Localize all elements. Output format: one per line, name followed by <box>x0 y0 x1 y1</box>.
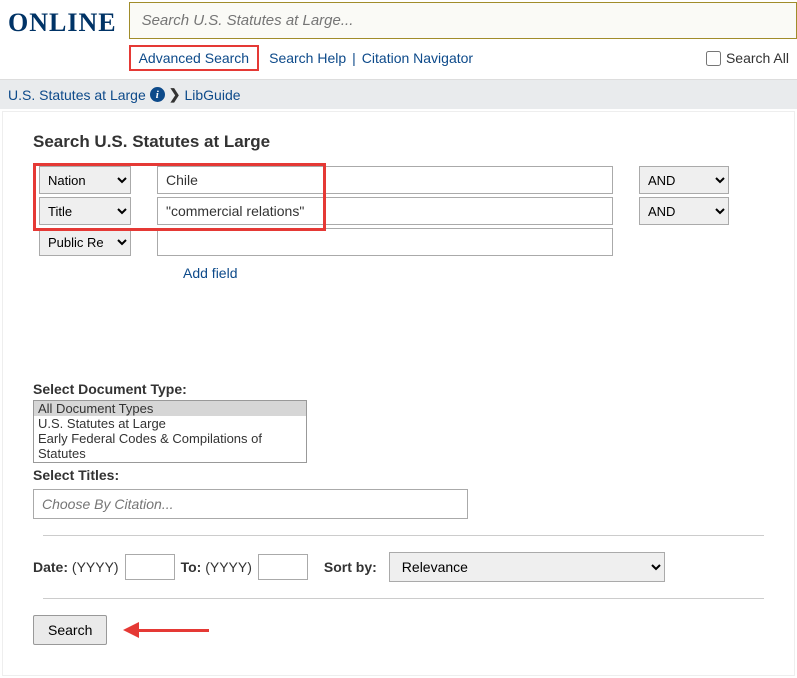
breadcrumb-libguide[interactable]: LibGuide <box>184 87 240 103</box>
search-input[interactable] <box>130 3 796 38</box>
date-from-input[interactable] <box>125 554 175 580</box>
doctype-option[interactable]: All Document Types <box>34 401 306 416</box>
page-title: Search U.S. Statutes at Large <box>33 132 764 152</box>
search-all-label: Search All <box>726 50 789 66</box>
logo: ONLINE <box>0 0 129 46</box>
doctype-label: Select Document Type: <box>33 381 764 397</box>
field-input-2[interactable] <box>157 197 613 225</box>
field-select-3[interactable]: Public Re <box>39 228 131 256</box>
doctype-option[interactable]: U.S. Statutes at Large <box>34 416 306 431</box>
search-all-checkbox[interactable] <box>706 51 721 66</box>
bool-select-1[interactable]: AND <box>639 166 729 194</box>
divider: | <box>352 50 356 66</box>
divider <box>43 535 764 536</box>
sort-select[interactable]: Relevance <box>389 552 665 582</box>
info-icon[interactable]: i <box>150 87 165 102</box>
doctype-option[interactable]: Other Related Works <box>34 461 306 463</box>
search-help-link[interactable]: Search Help <box>269 50 346 66</box>
field-input-3[interactable] <box>157 228 613 256</box>
field-input-1[interactable] <box>157 166 613 194</box>
field-select-1[interactable]: Nation <box>39 166 131 194</box>
breadcrumb-collection[interactable]: U.S. Statutes at Large <box>8 87 146 103</box>
date-to-input[interactable] <box>258 554 308 580</box>
search-bar <box>129 2 797 39</box>
to-label: To: (YYYY) <box>181 559 252 575</box>
titles-label: Select Titles: <box>33 467 764 483</box>
search-button[interactable]: Search <box>33 615 107 645</box>
bool-select-2[interactable]: AND <box>639 197 729 225</box>
advanced-search-highlight: Advanced Search <box>129 45 260 71</box>
field-select-2[interactable]: Title <box>39 197 131 225</box>
breadcrumb: U.S. Statutes at Large i ❯ LibGuide <box>0 80 797 109</box>
advanced-search-link[interactable]: Advanced Search <box>139 50 250 66</box>
chevron-right-icon: ❯ <box>169 86 181 103</box>
doctype-listbox[interactable]: All Document Types U.S. Statutes at Larg… <box>33 400 307 463</box>
titles-input[interactable] <box>33 489 468 519</box>
arrow-annotation <box>123 622 209 638</box>
sort-label: Sort by: <box>324 559 377 575</box>
add-field-link[interactable]: Add field <box>183 265 237 281</box>
date-label: Date: (YYYY) <box>33 559 119 575</box>
divider <box>43 598 764 599</box>
citation-navigator-link[interactable]: Citation Navigator <box>362 50 473 66</box>
doctype-option[interactable]: Early Federal Codes & Compilations of St… <box>34 431 306 461</box>
